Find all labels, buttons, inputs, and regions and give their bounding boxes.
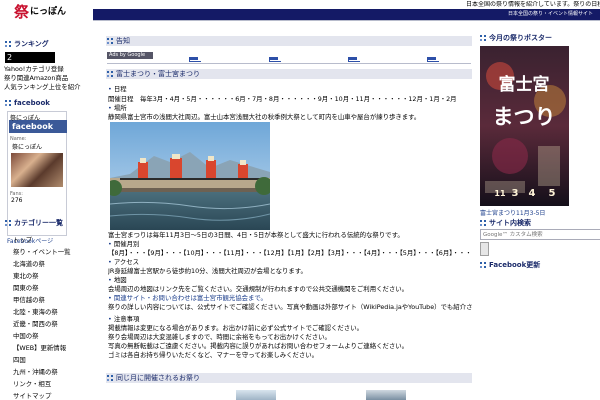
site-description: 日本全国の祭り情報を紹介しています。祭りの日程・開催場所・見どころなど。 bbox=[466, 1, 600, 8]
access-bullet: • アクセス bbox=[108, 258, 140, 266]
festival-photo-image bbox=[110, 122, 270, 230]
category-link[interactable]: 【WEB】更新情報 bbox=[13, 342, 92, 354]
date-bullet: • 日程 bbox=[108, 85, 127, 93]
site-search-input[interactable] bbox=[480, 229, 600, 240]
poster-date-day: 3 bbox=[512, 188, 519, 199]
facebook-name-label: Name: bbox=[10, 136, 27, 142]
ranking-line[interactable]: 祭り関連Amazon商品 bbox=[4, 74, 90, 83]
categories-heading: カテゴリー一覧 bbox=[0, 218, 92, 228]
main-content: 告知 Ads by Google 富士まつり・富士宮まつり • 日程 開催日程 … bbox=[106, 36, 472, 400]
facebook-fans-count: 276 bbox=[11, 197, 23, 204]
map-text: 会場周辺の地図はリンク先をご覧ください。交通規制が行われますので公共交通機関をご… bbox=[108, 285, 409, 293]
poster-date-day: 4 bbox=[529, 188, 536, 199]
category-link[interactable]: 祭り・イベント一覧 bbox=[13, 246, 92, 258]
ad-link-icon[interactable] bbox=[348, 57, 360, 62]
left-sidebar: ランキング 2 Yahoo!カテゴリ登録 祭り関連Amazon商品 人気ランキン… bbox=[0, 36, 92, 400]
ads-divider bbox=[107, 63, 471, 64]
after-photo-text: 富士宮まつりは毎年11月3日〜5日の3日間、4日・5日が本祭として盛大に行われる… bbox=[108, 231, 404, 239]
category-link[interactable]: 九州・沖縄の祭 bbox=[13, 366, 92, 378]
category-link[interactable]: 北陸・東海の祭 bbox=[13, 306, 92, 318]
heading-bullet-icon bbox=[480, 262, 486, 268]
logo-text: にっぽん bbox=[30, 7, 67, 17]
poster-title-bottom: まつり bbox=[493, 104, 556, 129]
header-divider bbox=[93, 20, 600, 21]
map-bullet: • 地図 bbox=[108, 276, 127, 284]
ranking-heading: ランキング bbox=[0, 39, 49, 49]
months-text[interactable]: 【8月】・・・【9月】・・・【10月】・・・【11月】・・・【12月】【1月】【… bbox=[108, 249, 472, 258]
related-festival-thumbnail[interactable] bbox=[366, 390, 406, 400]
facebook-fans-label: Fans: bbox=[10, 191, 23, 197]
poster-caption[interactable]: 富士宮まつり11月3-5日 bbox=[480, 208, 598, 217]
search-button[interactable] bbox=[480, 242, 489, 256]
article-section-header: 富士まつり・富士宮まつり bbox=[106, 69, 472, 79]
place-bullet: • 場所 bbox=[108, 104, 127, 112]
heading-bullet-icon bbox=[5, 220, 11, 226]
facebook-widget-title: 祭にっぽん bbox=[10, 115, 41, 122]
header-bar: 日本全国の祭り・イベント情報サイト bbox=[93, 9, 600, 20]
notes-line: 掲載情報は変更になる場合があります。お出かけ前に必ず公式サイトでご確認ください。 bbox=[108, 324, 363, 332]
ranking-text: Yahoo!カテゴリ登録 祭り関連Amazon商品 人気ランキング上位を紹介 bbox=[4, 65, 90, 92]
date-text: 開催日程 毎年3月・4月・5月・・・・・・6月・7月・8月・・・・・・9月・10… bbox=[108, 95, 457, 103]
facebook-updates-heading: Facebook更新 bbox=[476, 260, 600, 270]
category-link[interactable]: 東北の祭 bbox=[13, 270, 92, 282]
category-link[interactable]: サイトマップ bbox=[13, 390, 92, 400]
facebook-logo-bar[interactable]: facebook bbox=[9, 120, 67, 133]
google-ads-row: Ads by Google bbox=[107, 52, 471, 63]
festival-poster[interactable]: 富士宮 まつり 11 3 4 5 bbox=[480, 46, 569, 206]
poster-date-month: 11 bbox=[494, 189, 506, 198]
heading-bullet-icon bbox=[5, 41, 11, 47]
notes-line: 祭り会場周辺は大変混雑しますので、時間に余裕をもってお出かけください。 bbox=[108, 333, 331, 341]
logo-mark: 祭 bbox=[14, 3, 30, 21]
access-text: JR身延線富士宮駅から徒歩約10分、浅間大社周辺が会場となります。 bbox=[108, 267, 307, 275]
related-festivals-header: 同じ月に開催されるお祭り bbox=[106, 373, 472, 383]
ranking-counter: 2 bbox=[5, 52, 55, 63]
category-link[interactable]: 甲信越の祭 bbox=[13, 294, 92, 306]
category-link[interactable]: 北海道の祭 bbox=[13, 258, 92, 270]
category-link[interactable]: 関東の祭 bbox=[13, 282, 92, 294]
ads-by-google-label[interactable]: Ads by Google bbox=[107, 52, 153, 59]
festival-photo[interactable] bbox=[110, 122, 270, 230]
heading-bullet-icon bbox=[5, 100, 11, 106]
heading-bullet-icon bbox=[107, 38, 113, 44]
facebook-heading: facebook bbox=[0, 98, 92, 108]
category-link[interactable]: リンク・相互 bbox=[13, 378, 92, 390]
place-text: 静岡県富士宮市の浅間大社周辺。富士山本宮浅間大社の秋季例大祭として町内を山車や屋… bbox=[108, 113, 421, 121]
category-link[interactable]: 四国 bbox=[13, 354, 92, 366]
notice-section-header: 告知 bbox=[106, 36, 472, 46]
facebook-profile-photo[interactable] bbox=[11, 153, 63, 187]
related-text: 祭りの詳しい内容については、公式サイトでご確認ください。写真や動画は外部サイト（… bbox=[108, 303, 472, 311]
related-festival-thumbnail[interactable] bbox=[236, 390, 276, 400]
category-link[interactable]: トップ bbox=[13, 234, 92, 246]
ranking-line[interactable]: 人気ランキング上位を紹介 bbox=[4, 83, 90, 92]
related-bullet[interactable]: • 関連サイト・お問い合わせは富士宮市観光協会まで。 bbox=[108, 294, 472, 303]
heading-bullet-icon bbox=[480, 220, 486, 226]
facebook-page-name[interactable]: 祭にっぽん bbox=[8, 142, 66, 151]
ad-link-icon[interactable] bbox=[189, 57, 201, 62]
category-link[interactable]: 中国の祭 bbox=[13, 330, 92, 342]
festival-poster-image: 富士宮 まつり 11 3 4 5 bbox=[480, 46, 569, 206]
ad-link-icon[interactable] bbox=[427, 57, 439, 62]
category-list: トップ 祭り・イベント一覧 北海道の祭 東北の祭 関東の祭 甲信越の祭 北陸・東… bbox=[13, 234, 92, 400]
poster-title-top: 富士宮 bbox=[499, 74, 550, 95]
search-heading: サイト内検索 bbox=[476, 218, 600, 228]
ranking-line[interactable]: Yahoo!カテゴリ登録 bbox=[4, 65, 90, 74]
poster-heading: 今月の祭りポスター bbox=[480, 33, 552, 43]
months-bullet: • 開催月別 bbox=[108, 240, 140, 248]
category-link[interactable]: 近畿・関西の祭 bbox=[13, 318, 92, 330]
header-subtitle: 日本全国の祭り・イベント情報サイト bbox=[508, 11, 594, 17]
ad-link-icon[interactable] bbox=[269, 57, 281, 62]
right-sidebar: 今月の祭りポスター 富士宮 まつり 11 3 4 5 富士宮まつり11月3-5日… bbox=[476, 33, 600, 400]
heading-bullet-icon bbox=[480, 35, 486, 41]
site-logo[interactable]: 祭 にっぽん bbox=[14, 3, 84, 21]
notes-line: ゴミは各自お持ち帰りいただくなど、マナーを守ってお楽しみください。 bbox=[108, 351, 319, 359]
heading-bullet-icon bbox=[107, 375, 113, 381]
poster-date-day: 5 bbox=[549, 188, 556, 199]
heading-bullet-icon bbox=[107, 71, 113, 77]
notes-bullet: • 注意事項 bbox=[108, 315, 140, 323]
notes-line: 写真の無断転載はご遠慮ください。掲載内容に誤りがあればお問い合わせフォームよりご… bbox=[108, 342, 409, 350]
